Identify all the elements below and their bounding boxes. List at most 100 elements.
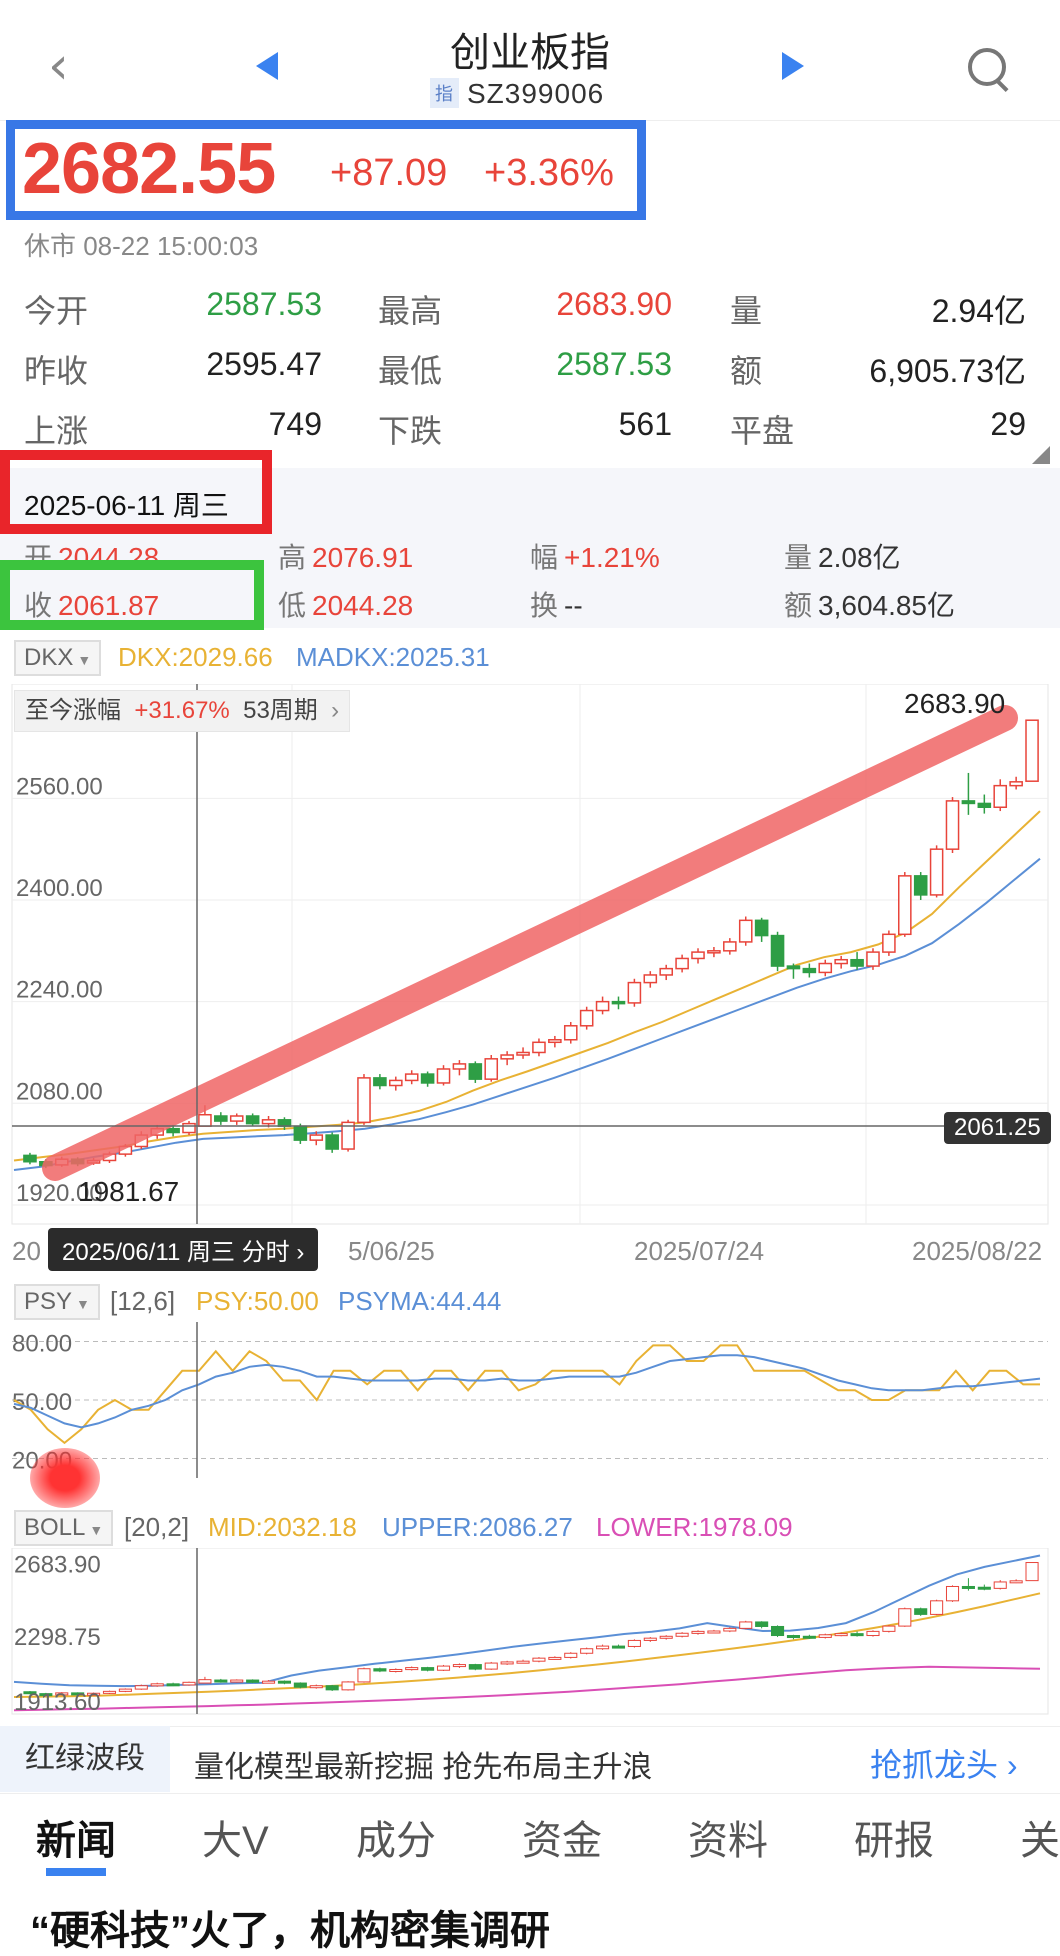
promo-link[interactable]: 抢抓龙头 ›: [870, 1740, 1018, 1786]
candle-body: [230, 1679, 244, 1683]
tab-components[interactable]: 成分: [356, 1808, 436, 1866]
y-tick-label: 2560.00: [16, 773, 103, 800]
candle-body: [1025, 719, 1039, 782]
boll-upper: UPPER:2086.27: [382, 1512, 573, 1542]
candle-body: [850, 958, 864, 967]
tab-funds[interactable]: 资金: [522, 1808, 602, 1866]
chevron-down-icon: ▼: [89, 1522, 104, 1538]
boll-selector[interactable]: BOLL ▼: [14, 1510, 114, 1546]
candle-body: [913, 875, 928, 896]
candle-body: [452, 1063, 467, 1070]
stat-value: 749: [268, 406, 322, 442]
candle-body: [245, 1115, 260, 1125]
candle-body: [611, 1645, 626, 1649]
candle-body: [707, 1630, 721, 1634]
candle-body: [293, 1125, 308, 1141]
promo-tag[interactable]: 红绿波段: [0, 1726, 170, 1792]
tab-profile[interactable]: 资料: [688, 1808, 768, 1866]
boll-mid: MID:2032.18: [208, 1512, 357, 1542]
candle-body: [866, 951, 880, 967]
psy-chart[interactable]: 80.0050.0020.00: [0, 1322, 1060, 1478]
psy-params: [12,6]: [110, 1286, 176, 1316]
stat-value: 29: [990, 406, 1026, 442]
candle-body: [1025, 1562, 1039, 1582]
next-stock-icon[interactable]: [782, 52, 804, 80]
index-badge: 指: [430, 78, 459, 108]
tab-research[interactable]: 研报: [854, 1808, 934, 1866]
candle-body: [691, 951, 705, 960]
back-arrow-icon[interactable]: ‹: [48, 40, 69, 92]
y-tick-label: 80.00: [12, 1331, 72, 1358]
stat-value: 6,905.73亿: [869, 353, 1026, 389]
tab-news[interactable]: 新闻: [36, 1808, 116, 1866]
stock-code-line: 指 SZ399006: [430, 78, 604, 110]
prev-stock-icon[interactable]: [256, 52, 278, 80]
candle-body: [420, 1073, 435, 1084]
stat-label: 额: [730, 353, 763, 389]
candle-body: [818, 962, 833, 974]
candle-body: [309, 1134, 324, 1141]
candle-body: [1009, 781, 1023, 787]
candle-body: [786, 965, 801, 970]
dkx-selector[interactable]: DKX ▼: [14, 640, 102, 676]
candle-body: [182, 1681, 196, 1686]
date-tick-2: 2025/07/24: [634, 1236, 765, 1266]
candle-body: [452, 1664, 466, 1668]
stat-label: 今开: [24, 293, 89, 329]
page-title: 创业板指: [450, 31, 610, 75]
expand-corner-icon[interactable]: [1032, 446, 1050, 464]
candle-body: [484, 1662, 498, 1670]
psyma-value: PSYMA:44.44: [338, 1286, 502, 1316]
candle-body: [182, 1122, 196, 1134]
y-tick-label: 2240.00: [16, 977, 103, 1004]
stat-label: 昨收: [24, 353, 89, 389]
candle-body: [405, 1667, 419, 1671]
date-tooltip[interactable]: 2025/06/11 周三 分时 ›: [48, 1228, 319, 1271]
candle-body: [548, 1039, 562, 1044]
candle-body: [643, 974, 658, 984]
price-change: +87.09: [330, 152, 448, 194]
stat-label: 最高: [378, 293, 443, 329]
psy-lines: [13, 1344, 1041, 1445]
candle-body: [277, 1119, 292, 1127]
search-icon[interactable]: [968, 48, 1006, 86]
tab-more[interactable]: 关: [1020, 1808, 1060, 1866]
candle-body: [404, 1073, 419, 1082]
candle-body: [961, 1585, 975, 1589]
boll-candles: [23, 1562, 1039, 1697]
candle-body: [373, 1077, 387, 1087]
detail-amount: 额 3,604.85亿: [784, 590, 956, 621]
y-tick-label: 2400.00: [16, 875, 103, 902]
candle-body: [214, 1679, 228, 1683]
min-price-label: 1981.67: [78, 1176, 180, 1207]
chevron-down-icon: ▼: [76, 1296, 90, 1312]
dkx-value: DKX:2029.66: [118, 642, 273, 672]
psy-selector[interactable]: PSY ▼: [14, 1284, 100, 1320]
candle-body: [930, 1600, 944, 1615]
candle-body: [421, 1667, 435, 1671]
candle-body: [150, 1683, 164, 1687]
candle-body: [516, 1660, 530, 1664]
promo-text[interactable]: 量化模型最新挖掘 抢先布局主升浪: [194, 1742, 652, 1786]
candle-body: [357, 1668, 371, 1683]
active-tab-indicator: [46, 1868, 106, 1876]
candle-body: [723, 1627, 737, 1632]
current-price: 2682.55: [22, 129, 276, 209]
news-headline[interactable]: “硬科技”火了，机构密集调研: [30, 1898, 550, 1956]
candle-body: [755, 1621, 769, 1627]
candle-body: [548, 1656, 562, 1660]
y-tick-label: 1913.60: [14, 1689, 101, 1716]
stat-label: 最低: [378, 353, 443, 389]
candle-body: [261, 1119, 276, 1125]
candle-body: [293, 1682, 307, 1688]
range-gain-chip[interactable]: 至今涨幅 +31.67% 53周期 ›: [14, 690, 351, 732]
candle-body: [246, 1679, 260, 1683]
candle-body: [229, 1115, 244, 1122]
candle-body: [993, 784, 1008, 808]
tab-bigv[interactable]: 大V: [202, 1808, 269, 1866]
boll-chart[interactable]: 2683.90 2298.75 1913.60: [0, 1548, 1060, 1718]
candle-body: [929, 848, 944, 896]
candle-body: [834, 1633, 848, 1637]
series-line: [13, 1344, 1040, 1445]
candle-body: [580, 1648, 594, 1654]
